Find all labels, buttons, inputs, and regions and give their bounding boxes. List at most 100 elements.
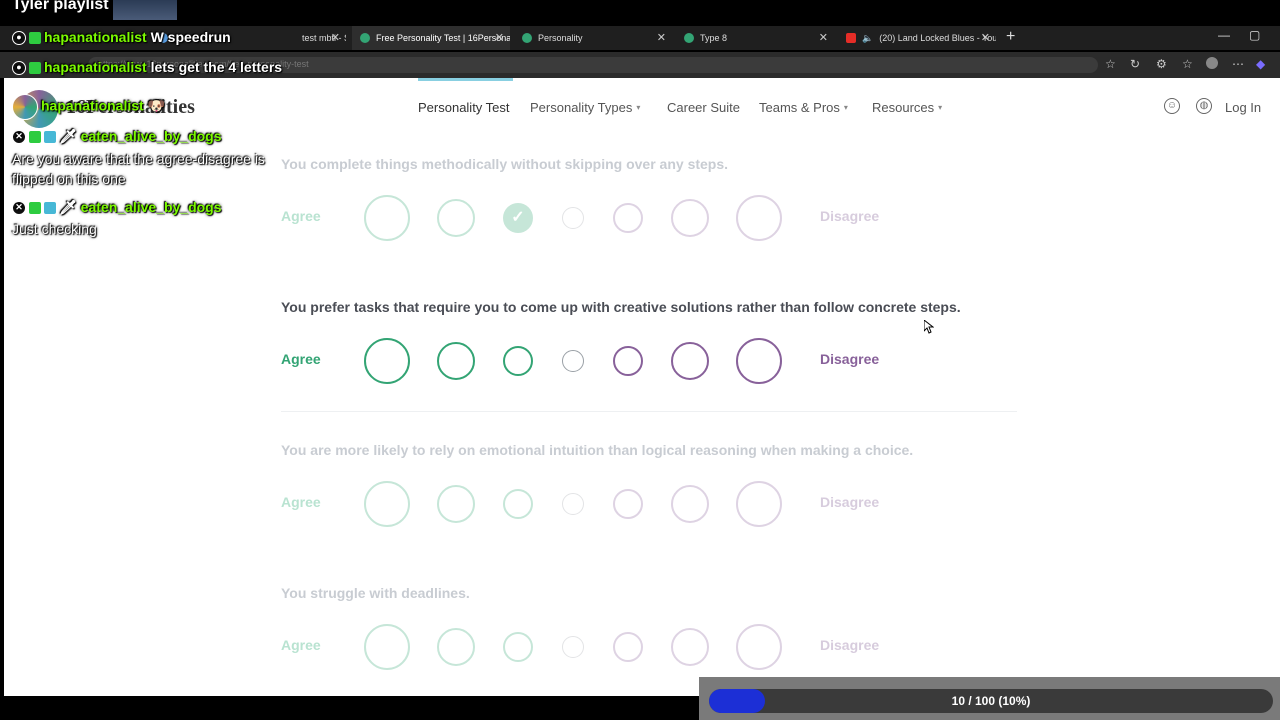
answer-option-agree-weak[interactable]: ✓ — [503, 203, 533, 233]
login-link[interactable]: Log In — [1225, 100, 1261, 115]
chat-text: Just checking — [12, 221, 97, 237]
disagree-label: Disagree — [820, 637, 880, 653]
extensions-icon[interactable]: ⚙ — [1156, 57, 1167, 71]
stream-title: Tyler playlist — [12, 0, 109, 13]
answer-option-disagree-weak[interactable] — [613, 203, 643, 233]
tab-personality-test[interactable]: Free Personality Test | 16Personali ✕ — [352, 26, 510, 50]
chat-message: ● hapanationalist W speedrun — [12, 29, 231, 46]
16p-icon — [684, 33, 694, 43]
speaker-icon: 🔈 — [862, 32, 874, 43]
answer-option-agree-weak[interactable] — [503, 346, 533, 376]
nav-resources[interactable]: Resources ▾ — [872, 100, 942, 115]
chat-message: ✕ 🗡 eaten_alive_by_dogs — [12, 199, 222, 216]
answer-row-2: Agree Disagree — [281, 336, 1021, 386]
answer-option-agree-medium[interactable] — [437, 342, 475, 380]
tab-label: Personality — [538, 33, 583, 43]
answer-option-disagree-strong[interactable] — [736, 624, 782, 670]
close-icon[interactable]: ✕ — [819, 31, 828, 44]
chat-username: eaten_alive_by_dogs — [80, 199, 222, 215]
youtube-icon — [846, 33, 856, 43]
answer-option-agree-strong[interactable] — [364, 624, 410, 670]
answer-option-agree-strong[interactable] — [364, 481, 410, 527]
chat-username: hapanationalist — [44, 59, 147, 75]
answer-option-disagree-weak[interactable] — [613, 489, 643, 519]
answer-option-disagree-strong[interactable] — [736, 195, 782, 241]
nav-personality-types[interactable]: Personality Types ▾ — [530, 100, 640, 115]
answer-option-neutral[interactable] — [562, 493, 584, 515]
chat-text: W speedrun — [150, 29, 231, 45]
x-icon: ✕ — [12, 201, 26, 216]
title-strip: Tyler playlist — [0, 0, 1280, 24]
x-icon: ✕ — [12, 130, 26, 145]
maximize-button[interactable]: ▢ — [1249, 28, 1260, 42]
answer-option-neutral[interactable] — [562, 350, 584, 372]
answer-option-disagree-weak[interactable] — [613, 346, 643, 376]
answer-option-agree-weak[interactable] — [503, 632, 533, 662]
minimize-button[interactable]: — — [1218, 28, 1230, 42]
tab-personality[interactable]: Personality ✕ — [514, 26, 672, 50]
nav-career-suite[interactable]: Career Suite — [667, 100, 740, 115]
avatar — [12, 94, 38, 120]
stream-thumbnail — [113, 0, 177, 20]
chat-username: hapanationalist — [41, 97, 144, 114]
question-text: You complete things methodically without… — [281, 156, 729, 172]
answer-option-agree-medium[interactable] — [437, 199, 475, 237]
sword-icon: 🗡 — [59, 128, 77, 144]
nav-label: Personality Test — [418, 100, 510, 115]
answer-option-disagree-medium[interactable] — [671, 628, 709, 666]
chat-username: eaten_alive_by_dogs — [80, 128, 222, 144]
answer-option-agree-strong[interactable] — [364, 338, 410, 384]
avatar: ● — [12, 31, 26, 46]
disagree-label: Disagree — [820, 351, 880, 367]
sub-badge-icon — [29, 32, 41, 45]
new-tab-button[interactable]: + — [1006, 28, 1015, 46]
web-page: 16Personalities Personality Test Persona… — [4, 78, 1280, 696]
more-menu-icon[interactable]: ⋯ — [1232, 57, 1244, 71]
progress-bar: 10 / 100 (10%) — [709, 689, 1273, 713]
nav-personality-test[interactable]: Personality Test — [418, 100, 510, 115]
divider — [281, 411, 1017, 412]
star-icon[interactable]: ☆ — [1105, 57, 1116, 71]
chevron-down-icon: ▾ — [843, 103, 848, 112]
question-text: You struggle with deadlines. — [281, 585, 470, 601]
answer-option-disagree-medium[interactable] — [671, 342, 709, 380]
profile-avatar[interactable] — [1206, 57, 1218, 69]
agree-label: Agree — [281, 637, 321, 653]
answer-option-disagree-medium[interactable] — [671, 199, 709, 237]
answer-option-agree-strong[interactable] — [364, 195, 410, 241]
answer-option-agree-medium[interactable] — [437, 485, 475, 523]
refresh-icon[interactable]: ↻ — [1130, 57, 1140, 71]
nav-label: Resources — [872, 100, 935, 115]
chat-message: hapanationalist 🐶 — [12, 94, 165, 120]
tab-type-8[interactable]: Type 8 ✕ — [676, 26, 834, 50]
answer-option-disagree-weak[interactable] — [613, 632, 643, 662]
answer-option-agree-weak[interactable] — [503, 489, 533, 519]
chat-username: hapanationalist — [44, 29, 147, 45]
answer-option-disagree-strong[interactable] — [736, 338, 782, 384]
copilot-icon[interactable]: ◆ — [1256, 57, 1265, 71]
favorites-icon[interactable]: ☆ — [1182, 57, 1193, 71]
close-icon[interactable]: ✕ — [657, 31, 666, 44]
answer-option-disagree-medium[interactable] — [671, 485, 709, 523]
globe-icon[interactable]: ◍ — [1196, 98, 1212, 114]
nav-label: Personality Types — [530, 100, 633, 115]
chat-text: flipped on this one — [12, 171, 126, 187]
question-text: You prefer tasks that require you to com… — [281, 299, 961, 315]
tab-youtube[interactable]: 🔈 (20) Land Locked Blues - YouT ✕ — [838, 26, 996, 50]
agree-label: Agree — [281, 351, 321, 367]
answer-option-neutral[interactable] — [562, 207, 584, 229]
avatar: ● — [12, 61, 26, 76]
close-icon[interactable]: ✕ — [981, 31, 990, 44]
nav-label: Teams & Pros — [759, 100, 840, 115]
badge-icon — [44, 131, 56, 144]
close-icon[interactable]: ✕ — [331, 31, 340, 44]
chevron-down-icon: ▾ — [636, 103, 641, 112]
close-icon[interactable]: ✕ — [495, 31, 504, 44]
answer-option-disagree-strong[interactable] — [736, 481, 782, 527]
answer-option-neutral[interactable] — [562, 636, 584, 658]
answer-row-1: Agree Disagree ✓ — [281, 193, 1021, 243]
nav-teams-pros[interactable]: Teams & Pros ▾ — [759, 100, 848, 115]
answer-option-agree-medium[interactable] — [437, 628, 475, 666]
accessibility-icon[interactable]: ☺ — [1164, 98, 1180, 114]
sword-icon: 🗡 — [59, 199, 77, 215]
